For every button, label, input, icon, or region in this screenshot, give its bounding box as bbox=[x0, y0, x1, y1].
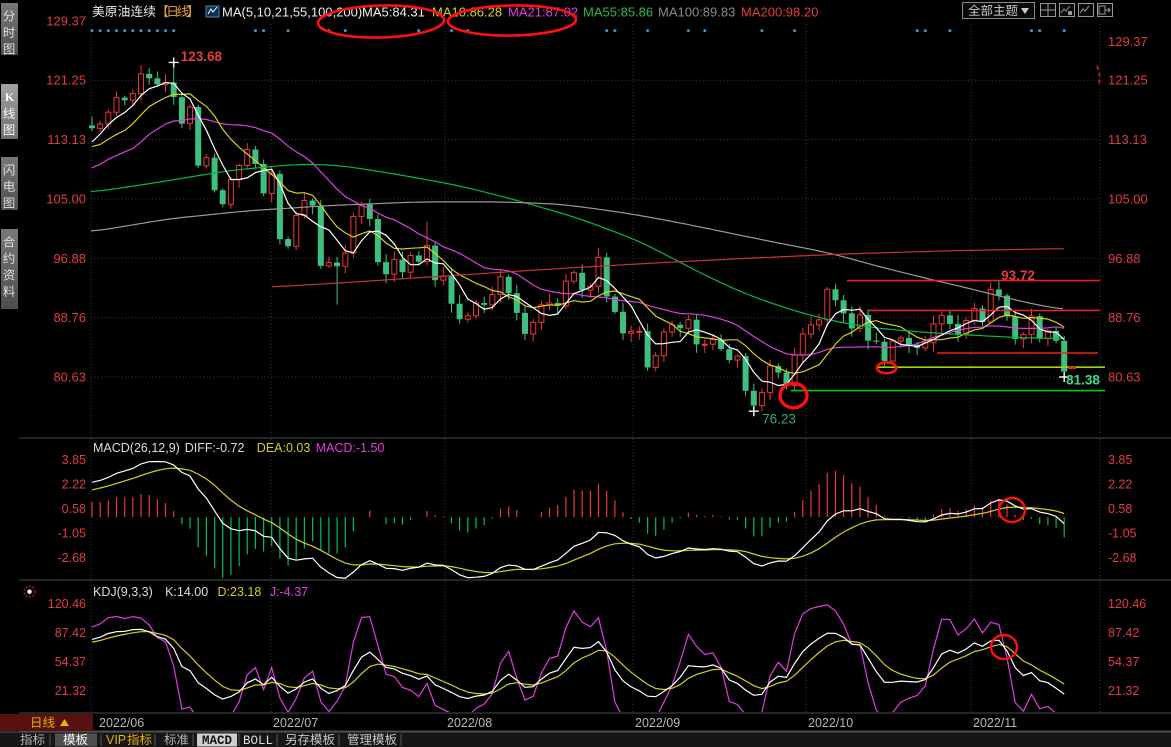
svg-text:80.63: 80.63 bbox=[1108, 370, 1141, 385]
svg-text:54.37: 54.37 bbox=[1108, 655, 1139, 669]
svg-text:113.13: 113.13 bbox=[1108, 132, 1147, 147]
svg-text:81.38: 81.38 bbox=[1066, 372, 1100, 387]
svg-text:2022/09: 2022/09 bbox=[635, 716, 680, 730]
svg-text:K:14.00: K:14.00 bbox=[165, 585, 208, 599]
svg-text:93.72: 93.72 bbox=[1001, 268, 1035, 283]
svg-text:129.37: 129.37 bbox=[1108, 34, 1148, 49]
svg-text:3.85: 3.85 bbox=[1108, 453, 1132, 467]
svg-text:88.76: 88.76 bbox=[53, 310, 86, 325]
svg-text:2022/08: 2022/08 bbox=[447, 716, 492, 730]
svg-text:113.13: 113.13 bbox=[47, 132, 86, 147]
svg-text:21.32: 21.32 bbox=[1108, 684, 1139, 698]
svg-text:76.23: 76.23 bbox=[762, 412, 796, 427]
svg-text:88.76: 88.76 bbox=[1108, 310, 1141, 325]
svg-text:96.88: 96.88 bbox=[1108, 251, 1141, 266]
svg-text:129.37: 129.37 bbox=[46, 13, 86, 28]
svg-text:105.00: 105.00 bbox=[1108, 191, 1148, 206]
svg-text:2.22: 2.22 bbox=[1108, 477, 1132, 491]
svg-text:87.42: 87.42 bbox=[1108, 626, 1139, 640]
svg-text:120.46: 120.46 bbox=[48, 597, 86, 611]
svg-text:21.32: 21.32 bbox=[55, 684, 86, 698]
svg-text:121.25: 121.25 bbox=[46, 73, 86, 88]
svg-text:MA(5,10,21,55,100,200): MA(5,10,21,55,100,200) bbox=[222, 5, 362, 20]
svg-text:0.58: 0.58 bbox=[1108, 502, 1132, 516]
svg-text:-1.05: -1.05 bbox=[1108, 527, 1137, 541]
svg-text:MA100:89.83: MA100:89.83 bbox=[658, 5, 735, 20]
svg-text:J:-4.37: J:-4.37 bbox=[270, 585, 308, 599]
svg-text:3.85: 3.85 bbox=[62, 453, 86, 467]
svg-text:VIP: VIP bbox=[106, 733, 126, 747]
svg-text:BOLL: BOLL bbox=[243, 734, 273, 747]
svg-text:2022/10: 2022/10 bbox=[808, 716, 853, 730]
svg-text:121.25: 121.25 bbox=[1108, 73, 1148, 88]
svg-text:-2.68: -2.68 bbox=[58, 551, 87, 565]
svg-text:120.46: 120.46 bbox=[1108, 597, 1146, 611]
svg-text:80.63: 80.63 bbox=[53, 370, 86, 385]
svg-text:MACD:-1.50: MACD:-1.50 bbox=[316, 441, 385, 455]
svg-text:2.22: 2.22 bbox=[62, 477, 86, 491]
svg-text:96.88: 96.88 bbox=[53, 251, 86, 266]
svg-text:0.58: 0.58 bbox=[62, 502, 86, 516]
svg-text:K: K bbox=[5, 90, 15, 104]
svg-text:-1.05: -1.05 bbox=[58, 527, 87, 541]
svg-text:DEA:0.03: DEA:0.03 bbox=[257, 441, 311, 455]
svg-text:KDJ(9,3,3): KDJ(9,3,3) bbox=[93, 585, 153, 599]
svg-text:105.00: 105.00 bbox=[46, 191, 86, 206]
svg-text:MA200:98.20: MA200:98.20 bbox=[741, 5, 818, 20]
svg-text:-2.68: -2.68 bbox=[1108, 551, 1137, 565]
svg-text:2022/11: 2022/11 bbox=[973, 716, 1017, 730]
svg-text:MACD(26,12,9): MACD(26,12,9) bbox=[93, 441, 180, 455]
svg-text:MACD: MACD bbox=[202, 734, 233, 747]
svg-text:D:23.18: D:23.18 bbox=[218, 585, 262, 599]
svg-text:2022/07: 2022/07 bbox=[273, 716, 318, 730]
svg-text:DIFF:-0.72: DIFF:-0.72 bbox=[185, 441, 245, 455]
svg-text:54.37: 54.37 bbox=[55, 655, 86, 669]
svg-text:MA55:85.86: MA55:85.86 bbox=[583, 5, 653, 20]
svg-text:123.68: 123.68 bbox=[181, 49, 223, 64]
svg-text:2022/06: 2022/06 bbox=[99, 716, 144, 730]
svg-text:87.42: 87.42 bbox=[55, 626, 86, 640]
